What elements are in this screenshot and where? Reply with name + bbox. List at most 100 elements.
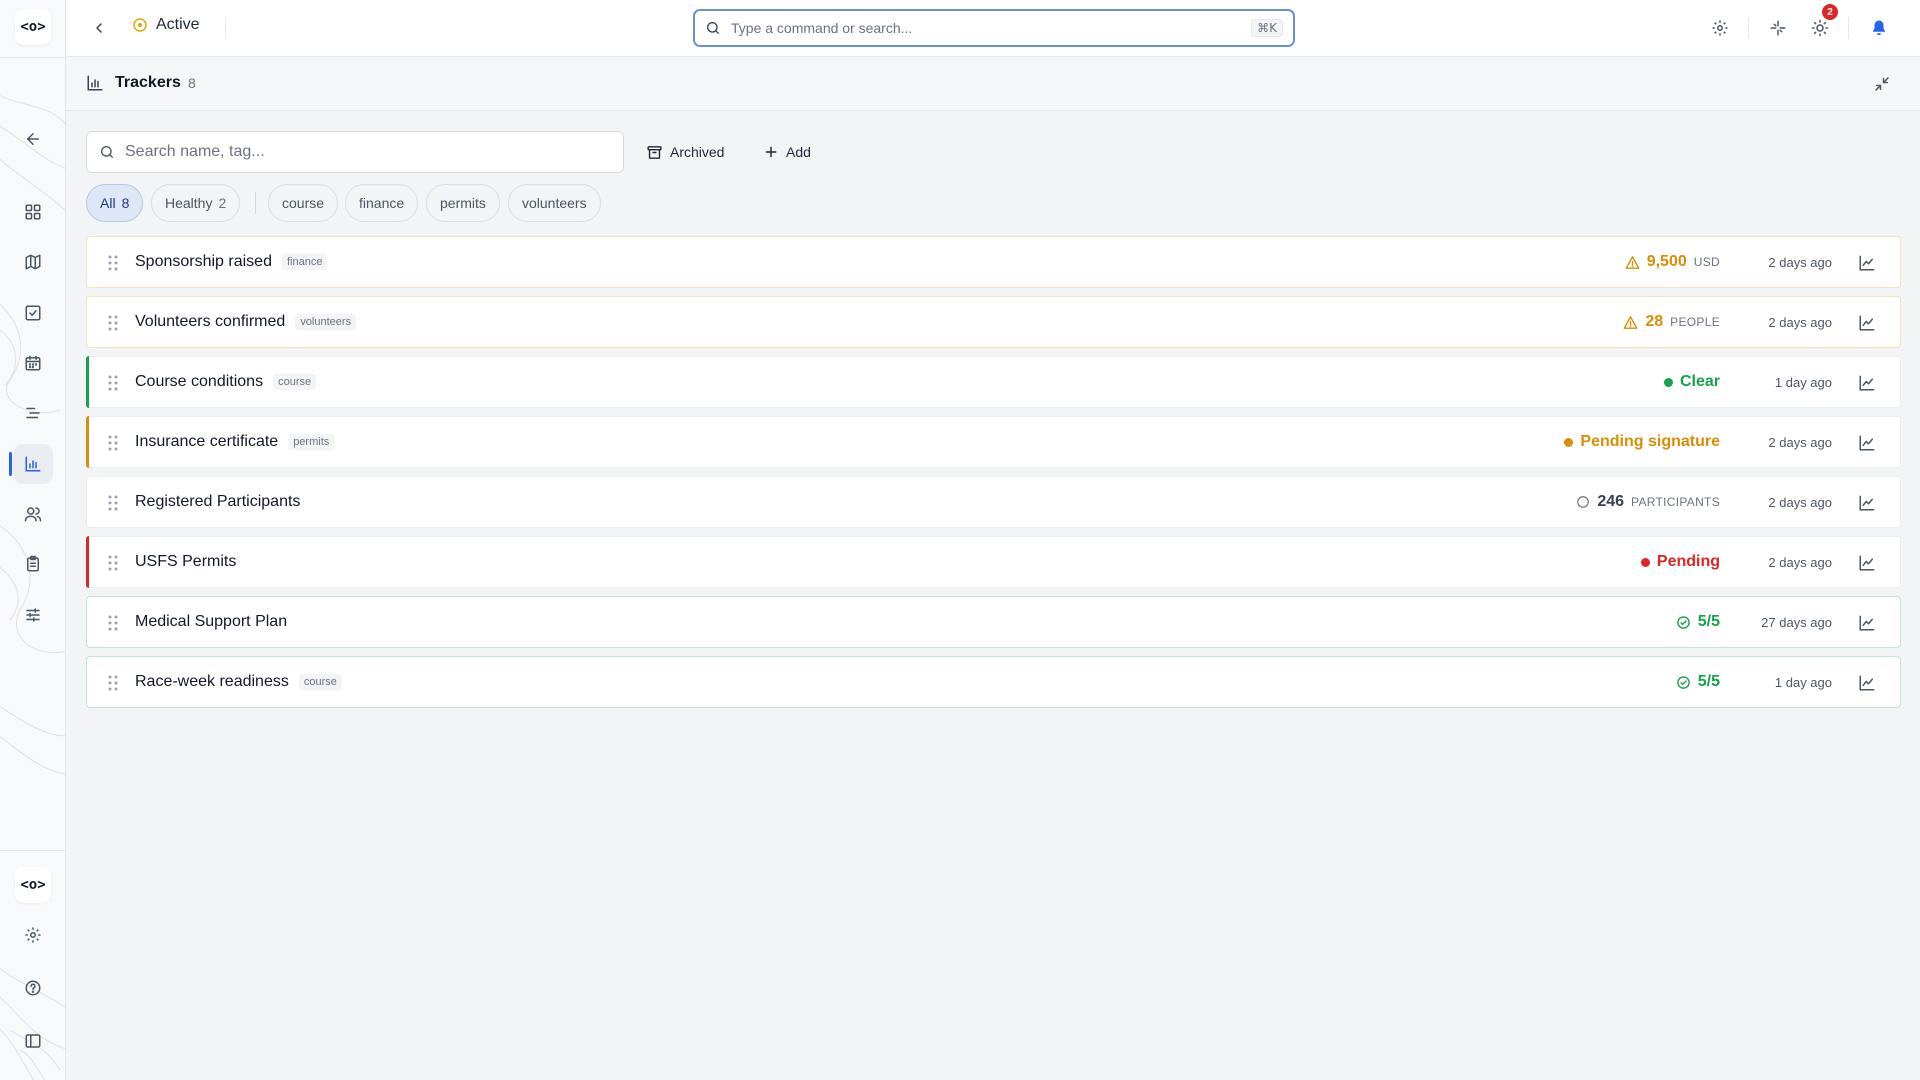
chip-divider — [255, 192, 256, 214]
chip-count: 2 — [218, 195, 227, 211]
tracker-value-text: 246 — [1597, 493, 1625, 510]
tracker-name-wrap: Course conditions course — [135, 373, 317, 391]
tracker-row[interactable]: Volunteers confirmed volunteers 28 PEOPLE 2 … — [86, 296, 1901, 348]
drag-handle-icon[interactable] — [107, 314, 119, 332]
tracker-updated: 1 day ago — [1774, 375, 1832, 390]
sidebar-item-map[interactable] — [13, 242, 53, 282]
tracker-chart-button[interactable] — [1856, 432, 1878, 454]
tracker-value-text: Clear — [1679, 373, 1720, 390]
tracker-updated: 2 days ago — [1768, 315, 1832, 330]
workspace-logo[interactable]: <o> — [15, 867, 51, 903]
sidebar-item-timeline[interactable] — [13, 393, 53, 433]
command-input[interactable] — [731, 20, 1252, 36]
sidebar-item-filters[interactable] — [13, 595, 53, 635]
sidebar-active-indicator — [9, 452, 12, 476]
search-input[interactable] — [125, 143, 611, 161]
sidebar-item-trackers[interactable] — [13, 444, 53, 484]
drag-handle-icon[interactable] — [107, 614, 119, 632]
tracker-chart-button[interactable] — [1856, 552, 1878, 574]
tracker-row[interactable]: Sponsorship raised finance 9,500 USD 2 days … — [86, 236, 1901, 288]
warning-icon — [1625, 255, 1640, 269]
tracker-chart-button[interactable] — [1856, 312, 1878, 334]
line-chart-icon — [1859, 375, 1875, 391]
drag-handle-icon[interactable] — [107, 374, 119, 392]
archived-button[interactable]: Archived — [646, 140, 724, 164]
drag-handle-icon[interactable] — [107, 494, 119, 512]
bar-chart-icon — [25, 456, 41, 472]
tracker-value: 5/5 — [1676, 611, 1720, 633]
tracker-name: Medical Support Plan — [135, 613, 288, 630]
timeline-icon — [26, 407, 40, 419]
collapse-panel-button[interactable] — [1871, 73, 1893, 95]
line-chart-icon — [1859, 615, 1875, 631]
drag-handle-icon[interactable] — [107, 434, 119, 452]
tracker-chart-button[interactable] — [1856, 252, 1878, 274]
grid-icon — [25, 204, 41, 220]
sidebar-item-help[interactable] — [13, 968, 53, 1008]
sidebar-collapse-arrow[interactable] — [13, 119, 53, 159]
sidebar-item-people[interactable] — [13, 494, 53, 534]
filter-chip-course[interactable]: course — [268, 184, 339, 222]
drag-handle-icon[interactable] — [107, 554, 119, 572]
add-tracker-button[interactable]: Add — [763, 140, 811, 164]
back-button[interactable] — [86, 15, 112, 41]
tracker-chart-button[interactable] — [1856, 612, 1878, 634]
calendar-icon — [25, 355, 41, 371]
notification-badge: 2 — [1822, 4, 1838, 20]
archive-icon — [647, 145, 662, 159]
gear-icon — [25, 927, 41, 943]
status-selector[interactable]: Active — [132, 16, 200, 34]
tracker-row[interactable]: Course conditions course Clear 1 day ago — [86, 356, 1901, 408]
line-chart-icon — [1859, 315, 1875, 331]
tracker-name: USFS Permits — [135, 553, 237, 570]
tracker-chart-button[interactable] — [1856, 372, 1878, 394]
tracker-search[interactable] — [86, 131, 624, 173]
tracker-chart-button[interactable] — [1856, 672, 1878, 694]
focus-button[interactable] — [1765, 15, 1791, 41]
gear-icon — [1712, 20, 1728, 36]
tracker-name-wrap: Insurance certificate permits — [135, 433, 335, 451]
filter-chip-volunteers[interactable]: volunteers — [508, 184, 601, 222]
filter-chip-finance[interactable]: finance — [345, 184, 419, 222]
add-label: Add — [786, 144, 811, 160]
tracker-name: Sponsorship raised — [135, 253, 272, 270]
sidebar-item-calendar[interactable] — [13, 343, 53, 383]
filter-chip-permits[interactable]: permits — [426, 184, 500, 222]
tracker-updated: 2 days ago — [1768, 435, 1832, 450]
command-shortcut: ⌘K — [1251, 19, 1283, 37]
drag-handle-icon[interactable] — [107, 254, 119, 272]
tracker-row[interactable]: Registered Participants 246 PARTICIPANTS 2 … — [86, 476, 1901, 528]
sidebar-item-clipboard[interactable] — [13, 544, 53, 584]
command-bar[interactable]: ⌘K — [693, 9, 1295, 47]
sidebar-item-settings[interactable] — [13, 915, 53, 955]
notifications-button[interactable] — [1866, 15, 1892, 41]
status-clock-icon — [133, 18, 147, 32]
tracker-tag: course — [298, 674, 342, 690]
tracker-chart-button[interactable] — [1856, 492, 1878, 514]
check-circle-icon — [1676, 675, 1690, 689]
search-icon — [707, 22, 719, 34]
bar-chart-icon — [87, 75, 103, 91]
tracker-value: Clear — [1663, 371, 1720, 393]
tracker-row[interactable]: Medical Support Plan 5/5 27 days ago — [86, 596, 1901, 648]
sidebar-item-tasks[interactable] — [13, 293, 53, 333]
tracker-row[interactable]: Race-week readiness course 5/5 1 day ago — [86, 656, 1901, 708]
status-accent-bar — [86, 356, 89, 408]
sidebar-panel-icon — [25, 1034, 41, 1048]
settings-button[interactable] — [1707, 15, 1733, 41]
tracker-value: Pending — [1640, 551, 1720, 573]
app-logo[interactable]: <o> — [15, 9, 51, 45]
tracker-tag: finance — [281, 254, 328, 270]
tracker-row[interactable]: Insurance certificate permits Pending sign… — [86, 416, 1901, 468]
sidebar-item-dashboard[interactable] — [13, 192, 53, 232]
sidebar-toggle[interactable] — [13, 1021, 53, 1061]
drag-handle-icon[interactable] — [107, 674, 119, 692]
tracker-value-text: 28 — [1645, 313, 1664, 330]
tracker-updated: 2 days ago — [1768, 495, 1832, 510]
tracker-name-wrap: Medical Support Plan — [135, 613, 287, 631]
filter-chip-all[interactable]: All 8 — [86, 184, 144, 222]
tracker-row[interactable]: USFS Permits Pending 2 days ago — [86, 536, 1901, 588]
tracker-name: Insurance certificate — [135, 433, 279, 450]
tracker-count: 8 — [188, 75, 196, 91]
filter-chip-healthy[interactable]: Healthy 2 — [151, 184, 241, 222]
